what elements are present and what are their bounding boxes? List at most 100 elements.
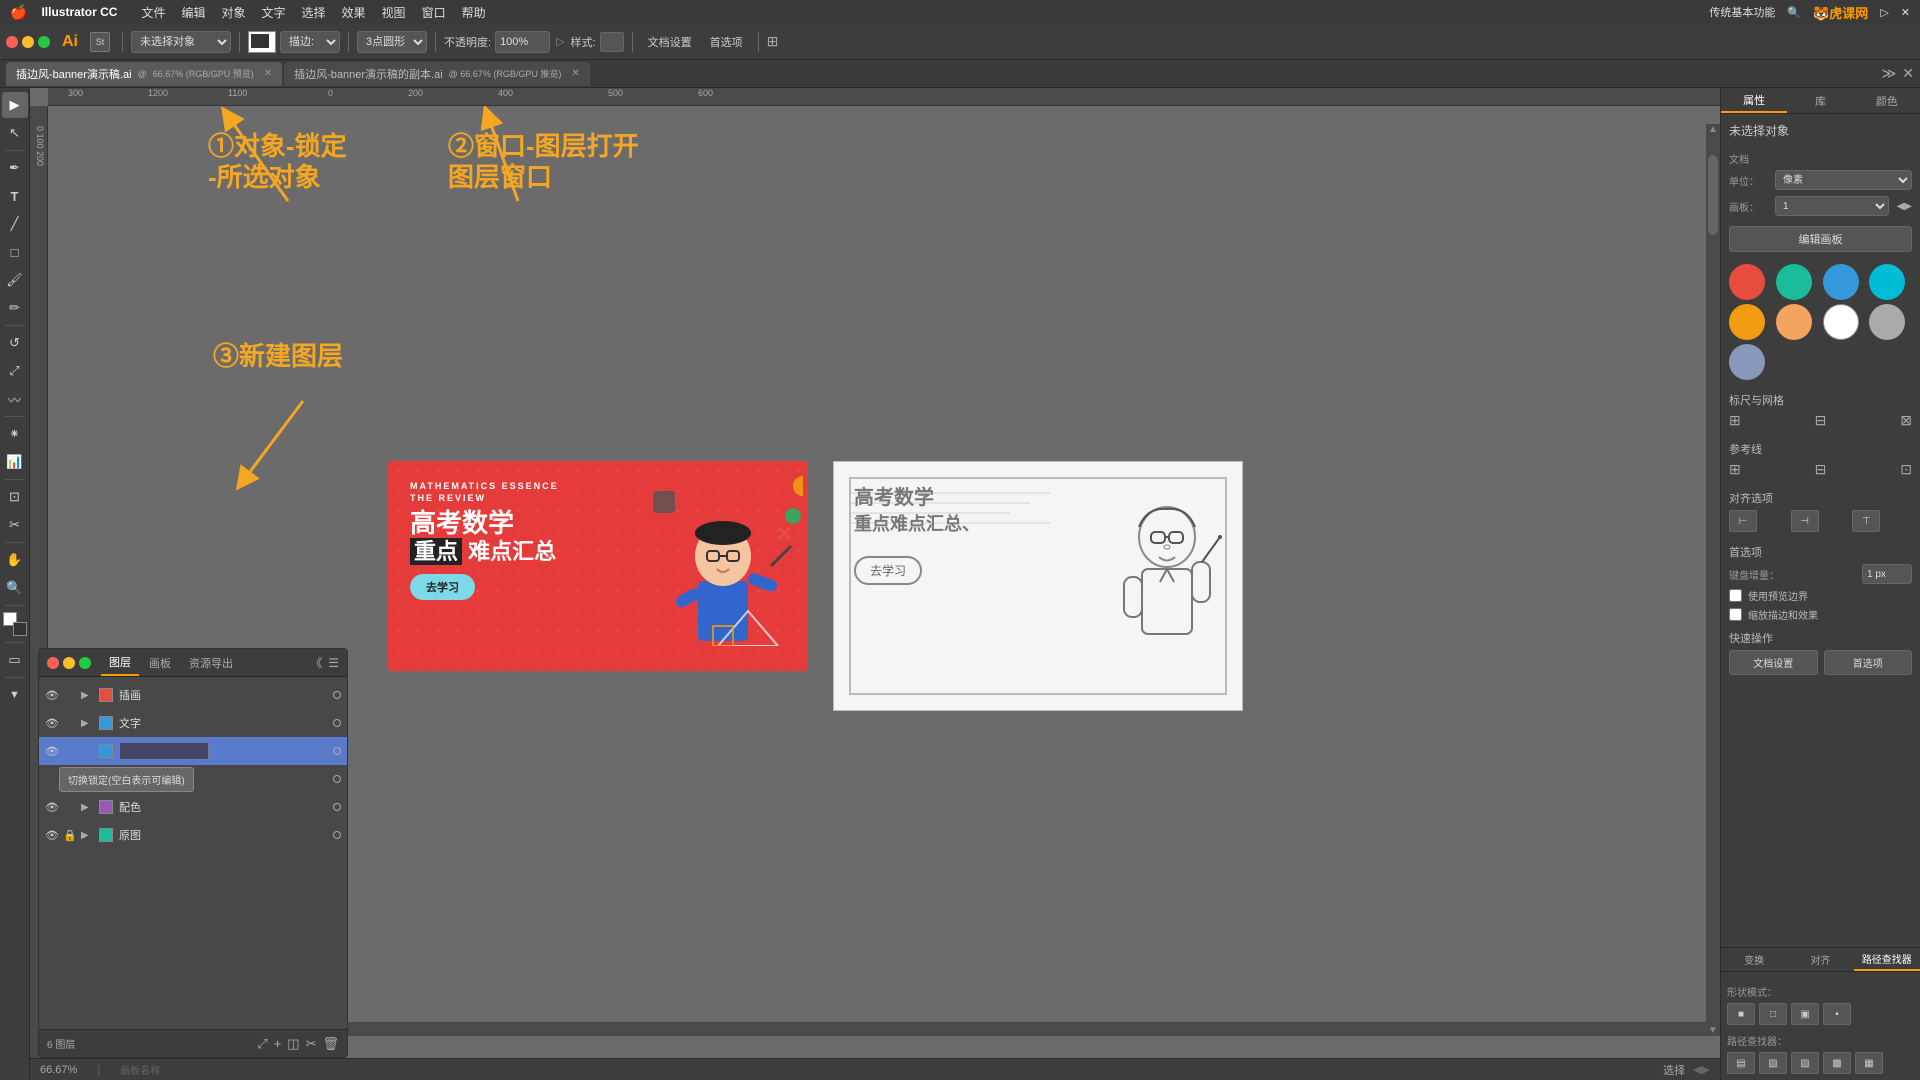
tab-align[interactable]: 对齐	[1787, 948, 1853, 971]
slice-tool[interactable]: ✂	[2, 512, 28, 538]
artboard-tool[interactable]: ⊡	[2, 484, 28, 510]
style-preview[interactable]	[600, 32, 624, 52]
direct-selection-tool[interactable]: ↖	[2, 120, 28, 146]
expand-icon[interactable]: ▷	[1880, 6, 1888, 19]
tab1-close[interactable]: ✕	[264, 68, 272, 79]
swatch-red[interactable]	[1729, 264, 1765, 300]
quick-doc-settings-btn[interactable]: 文档设置	[1729, 650, 1818, 675]
symbol-sprayer-tool[interactable]: ⁕	[2, 421, 28, 447]
layer-vis-original[interactable]: 👁	[45, 829, 59, 842]
tab-arrange-btn[interactable]: ≫	[1882, 65, 1897, 82]
menu-help[interactable]: 帮助	[462, 4, 486, 21]
scale-effects-checkbox[interactable]	[1729, 608, 1742, 621]
layers-minimize-btn[interactable]	[63, 657, 75, 669]
layer-vis-editing[interactable]: 👁	[45, 745, 59, 758]
search-icon[interactable]: 🔍	[1787, 6, 1801, 19]
grid-icon3[interactable]: ⊠	[1900, 412, 1912, 429]
shape-mode-btn2[interactable]: □	[1759, 1003, 1787, 1025]
stroke-select[interactable]: 描边:	[280, 31, 340, 53]
layers-tab-layers[interactable]: 图层	[101, 649, 139, 676]
arrange-icon[interactable]: ⊞	[767, 33, 779, 50]
layer-delete-btn[interactable]: 🗑	[322, 1036, 339, 1052]
layer-circle-original[interactable]	[333, 831, 341, 839]
tab-pathfinder[interactable]: 路径查找器	[1854, 948, 1920, 971]
menu-object[interactable]: 对象	[221, 4, 245, 21]
swatch-white[interactable]	[1823, 304, 1859, 340]
align-left-btn[interactable]: ⊢	[1729, 510, 1757, 532]
layer-add-btn[interactable]: +	[274, 1036, 282, 1051]
close-window-btn[interactable]	[6, 36, 18, 48]
swatch-sand[interactable]	[1776, 304, 1812, 340]
shape-select[interactable]: 3点圆形	[357, 31, 427, 53]
selection-tool[interactable]: ▶	[2, 92, 28, 118]
shape-mode-btn1[interactable]: ■	[1727, 1003, 1755, 1025]
artboard-arrows[interactable]: ◀▶	[1897, 201, 1912, 212]
layers-collapse-all[interactable]: 《	[310, 654, 322, 671]
swatch-cyan[interactable]	[1869, 264, 1905, 300]
preview-bounds-checkbox[interactable]	[1729, 589, 1742, 602]
tab-library[interactable]: 库	[1787, 88, 1853, 113]
rotate-tool[interactable]: ↺	[2, 330, 28, 356]
shape-mode-btn4[interactable]: ▪	[1823, 1003, 1851, 1025]
align-right-btn[interactable]: ⊤	[1852, 510, 1880, 532]
layers-tab-artboards[interactable]: 画板	[141, 649, 179, 676]
layer-expand-text[interactable]: ▶	[81, 718, 93, 729]
layer-row-text[interactable]: 👁 ▶ 文字	[39, 709, 347, 737]
guide-icon3[interactable]: ⊡	[1900, 461, 1912, 478]
quick-preferences-btn[interactable]: 首选项	[1824, 650, 1913, 675]
extra-tools[interactable]: ▼	[2, 682, 28, 708]
grid-icon2[interactable]: ⊟	[1815, 412, 1827, 429]
tab-doc1[interactable]: 插边风-banner演示稿.ai @ 66.67% (RGB/GPU 预览) ✕	[6, 62, 282, 86]
zoom-tool[interactable]: 🔍	[2, 575, 28, 601]
vscroll-up[interactable]: ▲	[1708, 124, 1718, 135]
minimize-window-btn[interactable]	[22, 36, 34, 48]
shape-mode-btn3[interactable]: ▣	[1791, 1003, 1819, 1025]
layer-row-illustration[interactable]: 👁 ▶ 插画	[39, 681, 347, 709]
layer-row-original[interactable]: 👁 🔒 ▶ 原图	[39, 821, 347, 849]
swatch-orange[interactable]	[1729, 304, 1765, 340]
edit-artboard-btn[interactable]: 编辑画板	[1729, 226, 1912, 252]
change-screen-mode[interactable]: ▭	[2, 647, 28, 673]
menu-edit[interactable]: 编辑	[181, 4, 205, 21]
layer-page-btn[interactable]: ◫	[287, 1036, 299, 1052]
layer-clip-btn[interactable]: ✂	[306, 1036, 317, 1052]
vscroll-thumb[interactable]	[1708, 155, 1718, 235]
tab-doc2[interactable]: 插边风-banner演示稿的副本.ai @ 66.67% (RGB/GPU 推览…	[284, 62, 590, 86]
opacity-input[interactable]	[495, 31, 550, 53]
fill-stroke-indicator[interactable]	[3, 612, 27, 636]
layer-expand-illustration[interactable]: ▶	[81, 690, 93, 701]
layer-vis-text[interactable]: 👁	[45, 717, 59, 730]
layer-expand-original[interactable]: ▶	[81, 830, 93, 841]
menu-window[interactable]: 窗口	[422, 4, 446, 21]
pen-tool[interactable]: ✒	[2, 155, 28, 181]
swatch-slate[interactable]	[1729, 344, 1765, 380]
menu-effect[interactable]: 效果	[342, 4, 366, 21]
type-tool[interactable]: T	[2, 183, 28, 209]
menu-file[interactable]: 文件	[141, 4, 165, 21]
layer-circle-text[interactable]	[333, 719, 341, 727]
layer-goto-btn[interactable]: ⤢	[257, 1036, 267, 1052]
pathfinder-btn2[interactable]: ▧	[1759, 1052, 1787, 1074]
layers-panel-menu[interactable]: ☰	[328, 656, 339, 670]
layer-lock-original[interactable]: 🔒	[63, 829, 77, 842]
doc-settings-btn[interactable]: 文档设置	[641, 31, 699, 53]
align-center-btn[interactable]: ⊣	[1791, 510, 1819, 532]
layer-row-editing[interactable]: 👁 切换锁定(空白表示可编辑)	[39, 737, 347, 765]
scale-tool[interactable]: ⤢	[2, 358, 28, 384]
guide-icon1[interactable]: ⊞	[1729, 461, 1741, 478]
grid-icon1[interactable]: ⊞	[1729, 412, 1741, 429]
column-graph-tool[interactable]: 📊	[2, 449, 28, 475]
tab-color[interactable]: 颜色	[1854, 88, 1920, 113]
line-tool[interactable]: ╱	[2, 211, 28, 237]
menu-type[interactable]: 文字	[262, 4, 286, 21]
preferences-btn[interactable]: 首选项	[703, 31, 750, 53]
nudge-input[interactable]	[1862, 564, 1912, 584]
layers-close-btn[interactable]	[47, 657, 59, 669]
tab-close-btn[interactable]: ✕	[1902, 65, 1914, 82]
pathfinder-btn3[interactable]: ▨	[1791, 1052, 1819, 1074]
menu-view[interactable]: 视图	[382, 4, 406, 21]
close-right-icon[interactable]: ✕	[1901, 6, 1910, 19]
layer-vis-color[interactable]: 👁	[45, 801, 59, 814]
rect-tool[interactable]: □	[2, 239, 28, 265]
warp-tool[interactable]: 〰	[2, 386, 28, 412]
